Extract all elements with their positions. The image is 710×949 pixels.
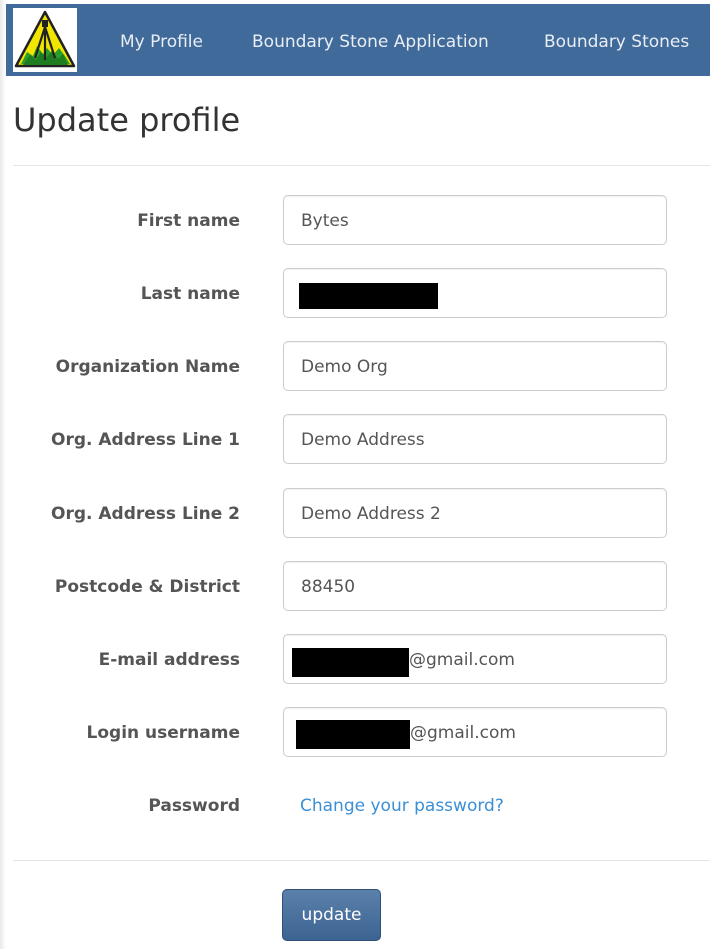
organization-name-label: Organization Name — [55, 357, 240, 377]
surveyor-tripod-logo-icon[interactable] — [13, 8, 77, 72]
org-address-line-2-label: Org. Address Line 2 — [51, 504, 240, 524]
form-footer-divider — [13, 860, 710, 861]
postcode-district-value: 88450 — [301, 577, 356, 597]
email-domain-value: @gmail.com — [409, 650, 515, 670]
login-username-label: Login username — [86, 723, 240, 743]
org-address-line-1-field[interactable]: Demo Address — [283, 414, 667, 464]
org-address-line-2-field[interactable]: Demo Address 2 — [283, 488, 667, 538]
page: My Profile Boundary Stone Application Bo… — [0, 0, 710, 949]
postcode-district-field[interactable]: 88450 — [283, 561, 667, 611]
postcode-district-label: Postcode & District — [54, 577, 240, 597]
nav-link-boundary-stones[interactable]: Boundary Stones — [544, 32, 689, 52]
organization-name-field[interactable]: Demo Org — [283, 341, 667, 391]
change-password-link[interactable]: Change your password? — [300, 796, 504, 816]
org-address-line-1-value: Demo Address — [301, 430, 425, 450]
update-button[interactable]: update — [282, 889, 381, 941]
password-label: Password — [148, 796, 240, 816]
page-title: Update profile — [13, 101, 241, 139]
login-username-field[interactable]: @gmail.com — [283, 707, 667, 757]
first-name-label: First name — [137, 211, 240, 231]
last-name-label: Last name — [140, 284, 240, 304]
nav-link-boundary-stone-application[interactable]: Boundary Stone Application — [252, 32, 489, 52]
redacted-block — [292, 648, 409, 677]
nav-link-my-profile[interactable]: My Profile — [120, 32, 203, 52]
first-name-value: Bytes — [301, 211, 349, 231]
redacted-block — [299, 283, 438, 309]
last-name-field[interactable] — [283, 268, 667, 318]
first-name-field[interactable]: Bytes — [283, 195, 667, 245]
org-address-line-2-value: Demo Address 2 — [301, 504, 441, 524]
left-edge-shadow — [0, 0, 6, 949]
organization-name-value: Demo Org — [301, 357, 388, 377]
org-address-line-1-label: Org. Address Line 1 — [51, 430, 240, 450]
navbar: My Profile Boundary Stone Application Bo… — [6, 4, 710, 76]
email-label: E-mail address — [98, 650, 240, 670]
redacted-block — [296, 720, 410, 749]
email-field[interactable]: @gmail.com — [283, 634, 667, 684]
title-divider — [13, 165, 710, 166]
login-username-domain-value: @gmail.com — [410, 723, 516, 743]
